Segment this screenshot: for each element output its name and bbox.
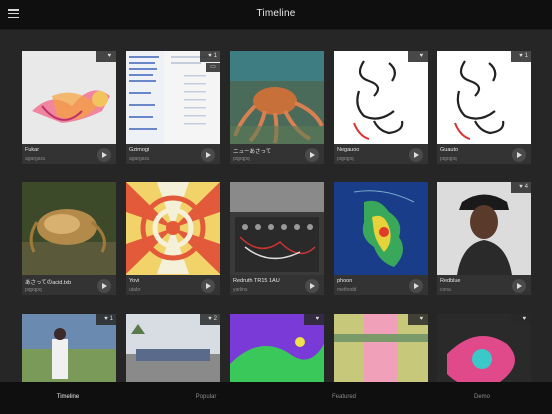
card-title: phoon bbox=[337, 278, 353, 284]
grid-card[interactable]: ♥ bbox=[230, 314, 324, 382]
grid-card[interactable]: ♥ 1 Guauto pqpqpq bbox=[437, 51, 531, 164]
play-button[interactable] bbox=[97, 148, 111, 162]
grid-card[interactable]: ♥ 4 Redblue cona bbox=[437, 182, 531, 295]
tab-timeline[interactable]: Timeline bbox=[38, 394, 98, 400]
tab-popular[interactable]: Popular bbox=[176, 394, 236, 400]
tab-featured[interactable]: Featured bbox=[314, 394, 374, 400]
grid-card[interactable]: ♥ bbox=[437, 314, 531, 382]
like-badge: ♥ 2 bbox=[200, 314, 220, 325]
card-thumbnail[interactable] bbox=[334, 51, 428, 144]
card-user[interactable]: pqpqpq bbox=[337, 156, 354, 162]
grid-card[interactable]: ♥ 1 bbox=[22, 314, 116, 382]
play-button[interactable] bbox=[409, 148, 423, 162]
grid-card[interactable]: phoon methodd bbox=[334, 182, 428, 295]
card-user[interactable]: utabr bbox=[129, 287, 140, 293]
heart-icon: ♥ bbox=[104, 316, 108, 322]
timeline-grid: ♥ Fukar agargara ♥1 ▭ Gzimogi agargara bbox=[0, 30, 552, 382]
card-title: Redruth TR15 1AU bbox=[233, 278, 280, 284]
heart-icon: ♥ bbox=[519, 53, 523, 59]
grid-card[interactable]: ♥ bbox=[334, 314, 428, 382]
card-thumbnail[interactable] bbox=[230, 51, 324, 144]
card-title: Fukar bbox=[25, 147, 40, 153]
card-user[interactable]: yarlins bbox=[233, 287, 247, 293]
grid-card[interactable]: Yovi utabr bbox=[126, 182, 220, 295]
heart-icon: ♥ bbox=[419, 53, 423, 59]
card-user[interactable]: cona bbox=[440, 287, 451, 293]
play-button[interactable] bbox=[512, 279, 526, 293]
play-button[interactable] bbox=[201, 279, 215, 293]
card-thumbnail[interactable] bbox=[437, 182, 531, 275]
card-thumbnail[interactable] bbox=[126, 182, 220, 275]
tab-demo[interactable]: Demo bbox=[452, 394, 512, 400]
play-button[interactable] bbox=[512, 148, 526, 162]
grid-card[interactable]: ニューあさって pqpqpq bbox=[230, 51, 324, 164]
play-button[interactable] bbox=[305, 148, 319, 162]
card-title: Gzimogi bbox=[129, 147, 150, 153]
card-thumbnail[interactable] bbox=[22, 51, 116, 144]
like-badge: ♥ bbox=[96, 51, 116, 62]
heart-icon: ♥ bbox=[315, 316, 319, 322]
card-thumbnail[interactable] bbox=[437, 51, 531, 144]
like-badge: ♥ bbox=[408, 314, 428, 325]
card-user[interactable]: pqpqpq bbox=[233, 156, 250, 162]
card-user[interactable]: methodd bbox=[337, 287, 356, 293]
like-badge: ♥ 4 bbox=[511, 182, 531, 193]
grid-card[interactable]: ♥ Fukar agargara bbox=[22, 51, 116, 164]
like-badge: ♥ bbox=[304, 314, 324, 325]
page-title: Timeline bbox=[256, 8, 296, 19]
heart-icon: ♥ bbox=[208, 53, 212, 59]
card-title: Guauto bbox=[440, 147, 459, 153]
like-badge: ♥ 1 bbox=[511, 51, 531, 62]
card-title: Redblue bbox=[440, 278, 461, 284]
grid-card[interactable]: あさってのacid.txb pqpqpq bbox=[22, 182, 116, 295]
grid-card[interactable]: ♥ Negauoo pqpqpq bbox=[334, 51, 428, 164]
card-user[interactable]: agargara bbox=[129, 156, 149, 162]
card-user[interactable]: agargara bbox=[25, 156, 45, 162]
top-bar: Timeline bbox=[0, 0, 552, 30]
card-title: あさってのacid.txb bbox=[25, 280, 72, 286]
card-title: Yovi bbox=[129, 278, 140, 284]
card-thumbnail[interactable] bbox=[22, 182, 116, 275]
card-user[interactable]: pqpqpq bbox=[440, 156, 457, 162]
heart-icon: ♥ bbox=[519, 184, 523, 190]
grid-card[interactable]: ♥ 2 bbox=[126, 314, 220, 382]
grid-card[interactable]: ♥ 1 ▭ Gzimogi agargara bbox=[126, 51, 220, 164]
grid-card[interactable]: Redruth TR15 1AU yarlins bbox=[230, 182, 324, 295]
like-badge: ♥ 1 bbox=[96, 314, 116, 325]
card-title: Negauoo bbox=[337, 147, 360, 153]
like-badge: ♥ 1 bbox=[200, 51, 220, 62]
card-title: ニューあさって bbox=[233, 149, 272, 155]
bottom-tab-bar: Timeline Popular Featured Demo bbox=[0, 382, 552, 414]
like-badge: ♥ bbox=[408, 51, 428, 62]
card-user[interactable]: pqpqpq bbox=[25, 287, 42, 293]
heart-icon: ♥ bbox=[208, 316, 212, 322]
play-button[interactable] bbox=[201, 148, 215, 162]
heart-icon: ♥ bbox=[419, 316, 423, 322]
card-thumbnail[interactable] bbox=[334, 182, 428, 275]
play-button[interactable] bbox=[97, 279, 111, 293]
comment-icon: ▭ bbox=[210, 64, 216, 70]
card-thumbnail[interactable] bbox=[230, 182, 324, 275]
heart-icon: ♥ bbox=[107, 53, 111, 59]
play-button[interactable] bbox=[305, 279, 319, 293]
like-badge: ♥ bbox=[511, 314, 531, 325]
comment-badge: ▭ bbox=[206, 63, 220, 72]
play-button[interactable] bbox=[409, 279, 423, 293]
heart-icon: ♥ bbox=[522, 316, 526, 322]
